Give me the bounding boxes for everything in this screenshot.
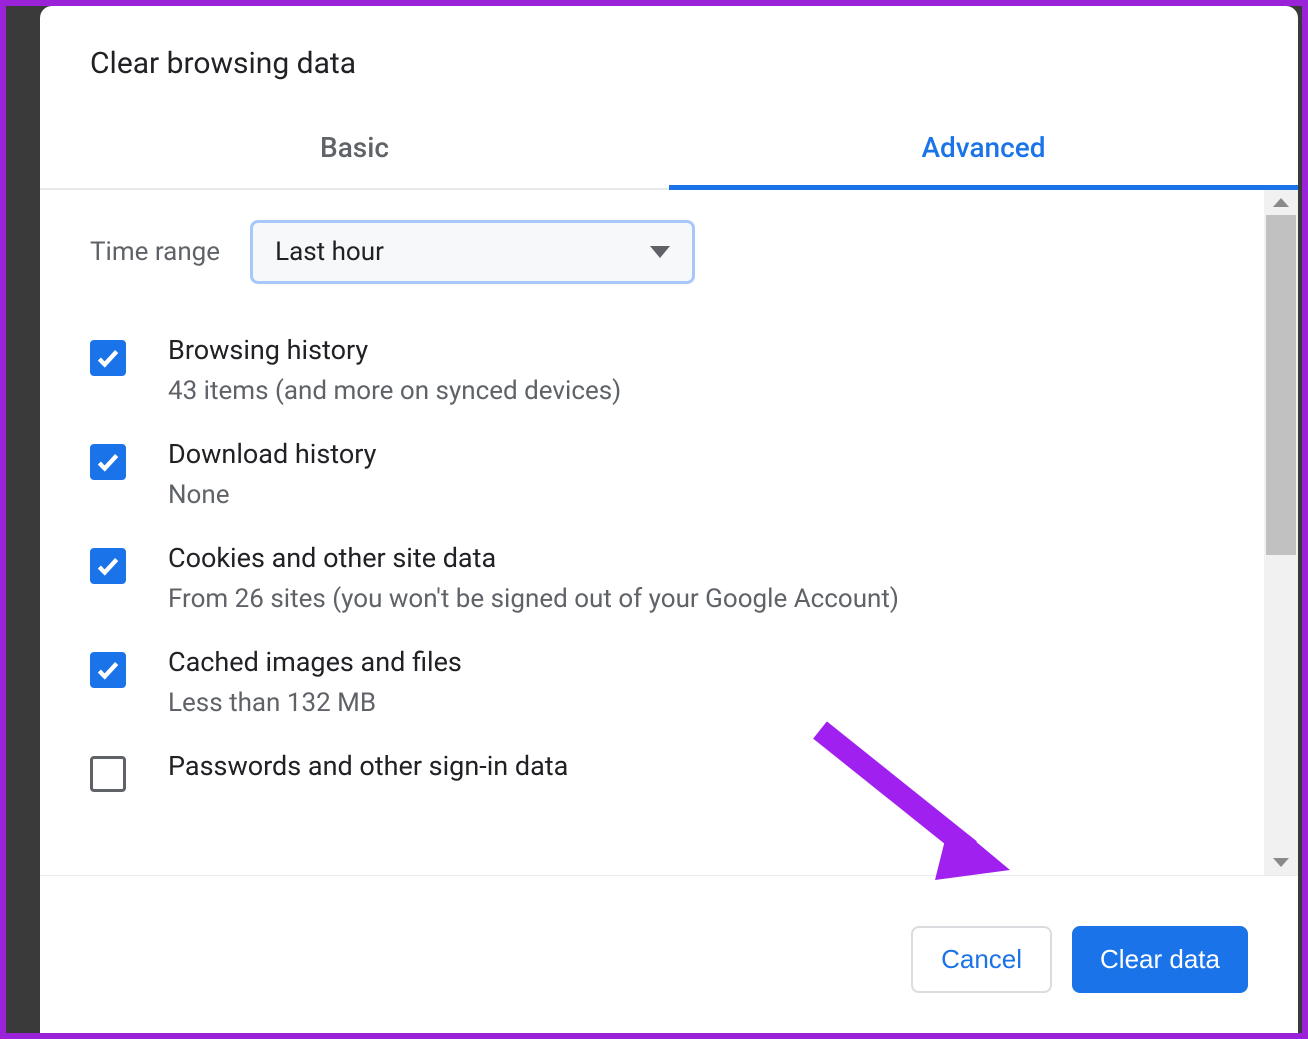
data-type-list: Browsing history 43 items (and more on s…	[90, 334, 1248, 792]
item-title: Cookies and other site data	[168, 542, 899, 574]
list-item-cached-images: Cached images and files Less than 132 MB	[90, 646, 1248, 718]
dialog-tabs: Basic Advanced	[40, 111, 1298, 190]
scroll-up-icon[interactable]	[1273, 198, 1289, 207]
list-item-browsing-history: Browsing history 43 items (and more on s…	[90, 334, 1248, 406]
list-item-passwords: Passwords and other sign-in data	[90, 750, 1248, 792]
checkbox-cached-images[interactable]	[90, 652, 126, 688]
time-range-value: Last hour	[275, 237, 384, 267]
item-desc: 43 items (and more on synced devices)	[168, 376, 621, 406]
clear-browsing-data-dialog: Clear browsing data Basic Advanced Time …	[40, 6, 1298, 1033]
checkbox-passwords[interactable]	[90, 756, 126, 792]
checkbox-browsing-history[interactable]	[90, 340, 126, 376]
item-title: Download history	[168, 438, 376, 470]
check-icon	[95, 345, 121, 371]
list-item-cookies: Cookies and other site data From 26 site…	[90, 542, 1248, 614]
time-range-label: Time range	[90, 237, 220, 267]
chevron-down-icon	[650, 246, 670, 258]
tab-basic[interactable]: Basic	[40, 111, 669, 188]
item-desc: None	[168, 480, 376, 510]
time-range-select[interactable]: Last hour	[250, 220, 695, 284]
cancel-button[interactable]: Cancel	[911, 926, 1052, 993]
check-icon	[95, 553, 121, 579]
scrollbar[interactable]	[1264, 190, 1298, 875]
dialog-scroll-area: Time range Last hour Browsing history 43…	[40, 190, 1298, 876]
checkbox-download-history[interactable]	[90, 444, 126, 480]
checkbox-cookies[interactable]	[90, 548, 126, 584]
item-desc: From 26 sites (you won't be signed out o…	[168, 584, 899, 614]
item-title: Cached images and files	[168, 646, 462, 678]
item-title: Browsing history	[168, 334, 621, 366]
check-icon	[95, 449, 121, 475]
dialog-title: Clear browsing data	[40, 6, 1298, 111]
item-title: Passwords and other sign-in data	[168, 750, 568, 782]
item-desc: Less than 132 MB	[168, 688, 462, 718]
scroll-down-icon[interactable]	[1273, 858, 1289, 867]
time-range-row: Time range Last hour	[90, 220, 1248, 284]
clear-data-button[interactable]: Clear data	[1072, 926, 1248, 993]
dialog-footer: Cancel Clear data	[40, 876, 1298, 1033]
check-icon	[95, 657, 121, 683]
scroll-thumb[interactable]	[1266, 215, 1296, 555]
tab-advanced[interactable]: Advanced	[669, 111, 1298, 188]
list-item-download-history: Download history None	[90, 438, 1248, 510]
